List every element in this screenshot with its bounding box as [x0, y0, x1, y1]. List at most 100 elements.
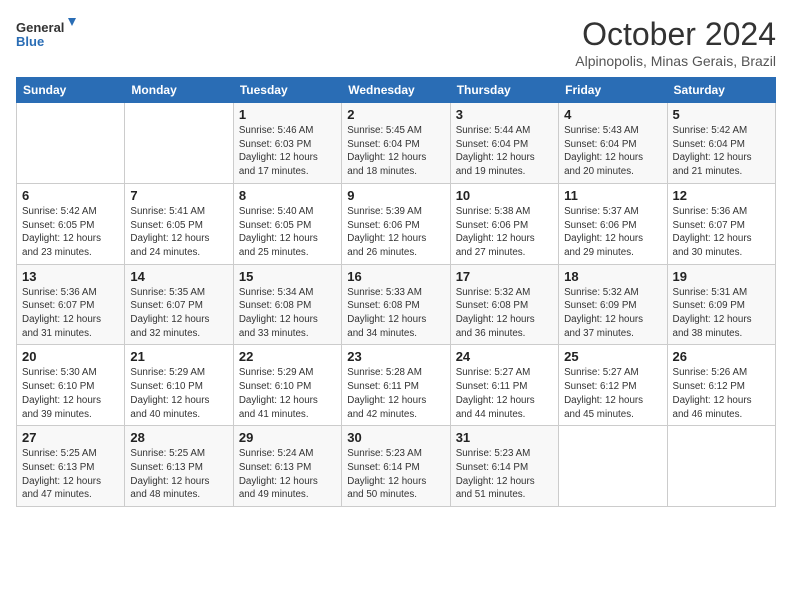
- day-info: Sunrise: 5:25 AMSunset: 6:13 PMDaylight:…: [22, 447, 119, 502]
- day-number: 22: [239, 349, 336, 364]
- calendar-cell: 2 Sunrise: 5:45 AMSunset: 6:04 PMDaylight…: [342, 103, 450, 184]
- day-number: 17: [456, 269, 553, 284]
- calendar-week-row: 27 Sunrise: 5:25 AMSunset: 6:13 PMDayligh…: [17, 426, 776, 507]
- day-number: 24: [456, 349, 553, 364]
- day-number: 3: [456, 107, 553, 122]
- day-info: Sunrise: 5:35 AMSunset: 6:07 PMDaylight:…: [130, 286, 227, 341]
- day-number: 20: [22, 349, 119, 364]
- calendar-cell: 29 Sunrise: 5:24 AMSunset: 6:13 PMDayligh…: [233, 426, 341, 507]
- day-info: Sunrise: 5:27 AMSunset: 6:12 PMDaylight:…: [564, 366, 661, 421]
- calendar-cell: [667, 426, 775, 507]
- calendar-cell: 22 Sunrise: 5:29 AMSunset: 6:10 PMDayligh…: [233, 345, 341, 426]
- day-number: 10: [456, 188, 553, 203]
- day-number: 26: [673, 349, 770, 364]
- day-number: 1: [239, 107, 336, 122]
- day-info: Sunrise: 5:27 AMSunset: 6:11 PMDaylight:…: [456, 366, 553, 421]
- location: Alpinopolis, Minas Gerais, Brazil: [575, 53, 776, 69]
- calendar-cell: 6Sunrise: 5:42 AMSunset: 6:05 PMDaylight…: [17, 183, 125, 264]
- day-info: Sunrise: 5:24 AMSunset: 6:13 PMDaylight:…: [239, 447, 336, 502]
- logo: General Blue: [16, 16, 76, 52]
- calendar-cell: 8 Sunrise: 5:40 AMSunset: 6:05 PMDaylight…: [233, 183, 341, 264]
- day-number: 23: [347, 349, 444, 364]
- day-info: Sunrise: 5:45 AMSunset: 6:04 PMDaylight:…: [347, 124, 444, 179]
- calendar-cell: 25 Sunrise: 5:27 AMSunset: 6:12 PMDayligh…: [559, 345, 667, 426]
- calendar-week-row: 20 Sunrise: 5:30 AMSunset: 6:10 PMDayligh…: [17, 345, 776, 426]
- day-info: Sunrise: 5:29 AMSunset: 6:10 PMDaylight:…: [130, 366, 227, 421]
- calendar-cell: 28Sunrise: 5:25 AMSunset: 6:13 PMDayligh…: [125, 426, 233, 507]
- calendar-cell: 27 Sunrise: 5:25 AMSunset: 6:13 PMDayligh…: [17, 426, 125, 507]
- weekday-header: Saturday: [667, 78, 775, 103]
- day-number: 8: [239, 188, 336, 203]
- calendar-cell: 26 Sunrise: 5:26 AMSunset: 6:12 PMDayligh…: [667, 345, 775, 426]
- calendar-cell: 14 Sunrise: 5:35 AMSunset: 6:07 PMDayligh…: [125, 264, 233, 345]
- day-number: 5: [673, 107, 770, 122]
- calendar-cell: 4 Sunrise: 5:43 AMSunset: 6:04 PMDaylight…: [559, 103, 667, 184]
- day-number: 27: [22, 430, 119, 445]
- logo-svg: General Blue: [16, 16, 76, 52]
- day-info: Sunrise: 5:29 AMSunset: 6:10 PMDaylight:…: [239, 366, 336, 421]
- calendar-cell: 16Sunrise: 5:33 AMSunset: 6:08 PMDayligh…: [342, 264, 450, 345]
- calendar-cell: 5Sunrise: 5:42 AMSunset: 6:04 PMDaylight…: [667, 103, 775, 184]
- calendar-cell: 30Sunrise: 5:23 AMSunset: 6:14 PMDayligh…: [342, 426, 450, 507]
- calendar-cell: 17Sunrise: 5:32 AMSunset: 6:08 PMDayligh…: [450, 264, 558, 345]
- calendar-cell: 3 Sunrise: 5:44 AMSunset: 6:04 PMDaylight…: [450, 103, 558, 184]
- calendar-cell: 23 Sunrise: 5:28 AMSunset: 6:11 PMDayligh…: [342, 345, 450, 426]
- calendar-cell: [17, 103, 125, 184]
- day-info: Sunrise: 5:34 AMSunset: 6:08 PMDaylight:…: [239, 286, 336, 341]
- day-number: 21: [130, 349, 227, 364]
- calendar-cell: 11 Sunrise: 5:37 AMSunset: 6:06 PMDayligh…: [559, 183, 667, 264]
- day-info: Sunrise: 5:31 AMSunset: 6:09 PMDaylight:…: [673, 286, 770, 341]
- day-info: Sunrise: 5:42 AMSunset: 6:05 PMDaylight:…: [22, 205, 119, 260]
- day-number: 29: [239, 430, 336, 445]
- weekday-header: Thursday: [450, 78, 558, 103]
- day-info: Sunrise: 5:41 AMSunset: 6:05 PMDaylight:…: [130, 205, 227, 260]
- day-number: 18: [564, 269, 661, 284]
- calendar-cell: 13 Sunrise: 5:36 AMSunset: 6:07 PMDayligh…: [17, 264, 125, 345]
- weekday-header: Wednesday: [342, 78, 450, 103]
- calendar-cell: 19Sunrise: 5:31 AMSunset: 6:09 PMDayligh…: [667, 264, 775, 345]
- day-info: Sunrise: 5:43 AMSunset: 6:04 PMDaylight:…: [564, 124, 661, 179]
- day-info: Sunrise: 5:36 AMSunset: 6:07 PMDaylight:…: [673, 205, 770, 260]
- day-number: 13: [22, 269, 119, 284]
- day-info: Sunrise: 5:28 AMSunset: 6:11 PMDaylight:…: [347, 366, 444, 421]
- day-info: Sunrise: 5:40 AMSunset: 6:05 PMDaylight:…: [239, 205, 336, 260]
- day-number: 4: [564, 107, 661, 122]
- svg-text:General: General: [16, 20, 64, 35]
- calendar-table: SundayMondayTuesdayWednesdayThursdayFrid…: [16, 77, 776, 507]
- weekday-header-row: SundayMondayTuesdayWednesdayThursdayFrid…: [17, 78, 776, 103]
- calendar-cell: [559, 426, 667, 507]
- calendar-week-row: 6Sunrise: 5:42 AMSunset: 6:05 PMDaylight…: [17, 183, 776, 264]
- day-info: Sunrise: 5:36 AMSunset: 6:07 PMDaylight:…: [22, 286, 119, 341]
- day-number: 7: [130, 188, 227, 203]
- day-number: 30: [347, 430, 444, 445]
- calendar-cell: 31 Sunrise: 5:23 AMSunset: 6:14 PMDayligh…: [450, 426, 558, 507]
- weekday-header: Tuesday: [233, 78, 341, 103]
- day-number: 28: [130, 430, 227, 445]
- day-number: 25: [564, 349, 661, 364]
- day-number: 31: [456, 430, 553, 445]
- day-info: Sunrise: 5:23 AMSunset: 6:14 PMDaylight:…: [456, 447, 553, 502]
- month-title: October 2024: [575, 16, 776, 53]
- calendar-cell: 1 Sunrise: 5:46 AMSunset: 6:03 PMDaylight…: [233, 103, 341, 184]
- calendar-cell: 21 Sunrise: 5:29 AMSunset: 6:10 PMDayligh…: [125, 345, 233, 426]
- day-info: Sunrise: 5:30 AMSunset: 6:10 PMDaylight:…: [22, 366, 119, 421]
- day-number: 9: [347, 188, 444, 203]
- weekday-header: Sunday: [17, 78, 125, 103]
- day-info: Sunrise: 5:26 AMSunset: 6:12 PMDaylight:…: [673, 366, 770, 421]
- day-number: 16: [347, 269, 444, 284]
- svg-text:Blue: Blue: [16, 34, 44, 49]
- calendar-cell: 7 Sunrise: 5:41 AMSunset: 6:05 PMDaylight…: [125, 183, 233, 264]
- day-number: 11: [564, 188, 661, 203]
- day-number: 12: [673, 188, 770, 203]
- day-info: Sunrise: 5:38 AMSunset: 6:06 PMDaylight:…: [456, 205, 553, 260]
- calendar-cell: 24 Sunrise: 5:27 AMSunset: 6:11 PMDayligh…: [450, 345, 558, 426]
- day-info: Sunrise: 5:46 AMSunset: 6:03 PMDaylight:…: [239, 124, 336, 179]
- day-number: 2: [347, 107, 444, 122]
- day-number: 14: [130, 269, 227, 284]
- calendar-week-row: 13 Sunrise: 5:36 AMSunset: 6:07 PMDayligh…: [17, 264, 776, 345]
- title-block: October 2024 Alpinopolis, Minas Gerais, …: [575, 16, 776, 69]
- day-info: Sunrise: 5:39 AMSunset: 6:06 PMDaylight:…: [347, 205, 444, 260]
- day-info: Sunrise: 5:44 AMSunset: 6:04 PMDaylight:…: [456, 124, 553, 179]
- calendar-week-row: 1 Sunrise: 5:46 AMSunset: 6:03 PMDaylight…: [17, 103, 776, 184]
- day-info: Sunrise: 5:37 AMSunset: 6:06 PMDaylight:…: [564, 205, 661, 260]
